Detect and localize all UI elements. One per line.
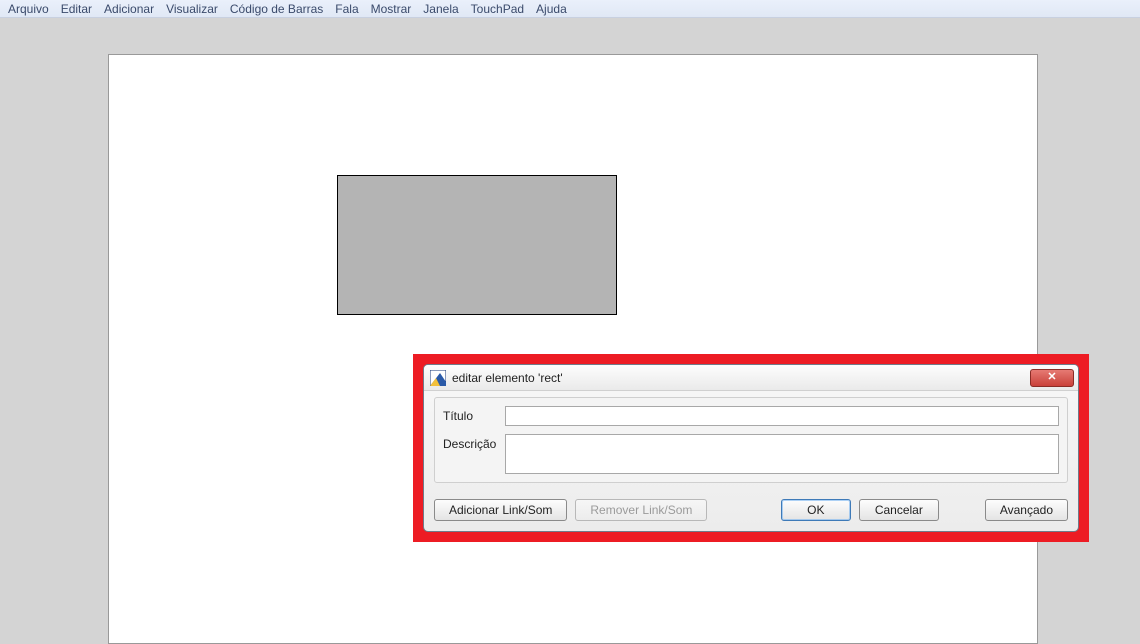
menu-arquivo[interactable]: Arquivo (2, 1, 55, 17)
menu-editar[interactable]: Editar (55, 1, 98, 17)
title-input[interactable] (505, 406, 1059, 426)
menu-codigo-barras[interactable]: Código de Barras (224, 1, 329, 17)
app-icon (430, 370, 446, 386)
dialog-highlight: editar elemento 'rect' ✕ Título Descriçã… (413, 354, 1089, 542)
cancel-button[interactable]: Cancelar (859, 499, 939, 521)
rect-element[interactable] (337, 175, 617, 315)
menu-adicionar[interactable]: Adicionar (98, 1, 160, 17)
workspace: editar elemento 'rect' ✕ Título Descriçã… (0, 18, 1140, 644)
dialog-title: editar elemento 'rect' (452, 371, 1030, 385)
menu-visualizar[interactable]: Visualizar (160, 1, 224, 17)
ok-button[interactable]: OK (781, 499, 851, 521)
menu-ajuda[interactable]: Ajuda (530, 1, 573, 17)
menu-mostrar[interactable]: Mostrar (365, 1, 418, 17)
field-group: Título Descrição (434, 397, 1068, 483)
canvas[interactable] (108, 54, 1038, 644)
add-link-sound-button[interactable]: Adicionar Link/Som (434, 499, 567, 521)
advanced-button[interactable]: Avançado (985, 499, 1068, 521)
description-input[interactable] (505, 434, 1059, 474)
menu-touchpad[interactable]: TouchPad (465, 1, 530, 17)
title-label: Título (443, 406, 505, 423)
dialog-button-row: Adicionar Link/Som Remover Link/Som OK C… (424, 491, 1078, 531)
edit-element-dialog: editar elemento 'rect' ✕ Título Descriçã… (423, 364, 1079, 532)
dialog-titlebar[interactable]: editar elemento 'rect' ✕ (424, 365, 1078, 391)
menubar: Arquivo Editar Adicionar Visualizar Códi… (0, 0, 1140, 18)
description-label: Descrição (443, 434, 505, 451)
menu-fala[interactable]: Fala (329, 1, 364, 17)
remove-link-sound-button: Remover Link/Som (575, 499, 707, 521)
dialog-body: Título Descrição (424, 391, 1078, 491)
menu-janela[interactable]: Janela (417, 1, 464, 17)
close-icon: ✕ (1047, 372, 1056, 383)
close-button[interactable]: ✕ (1030, 369, 1074, 387)
